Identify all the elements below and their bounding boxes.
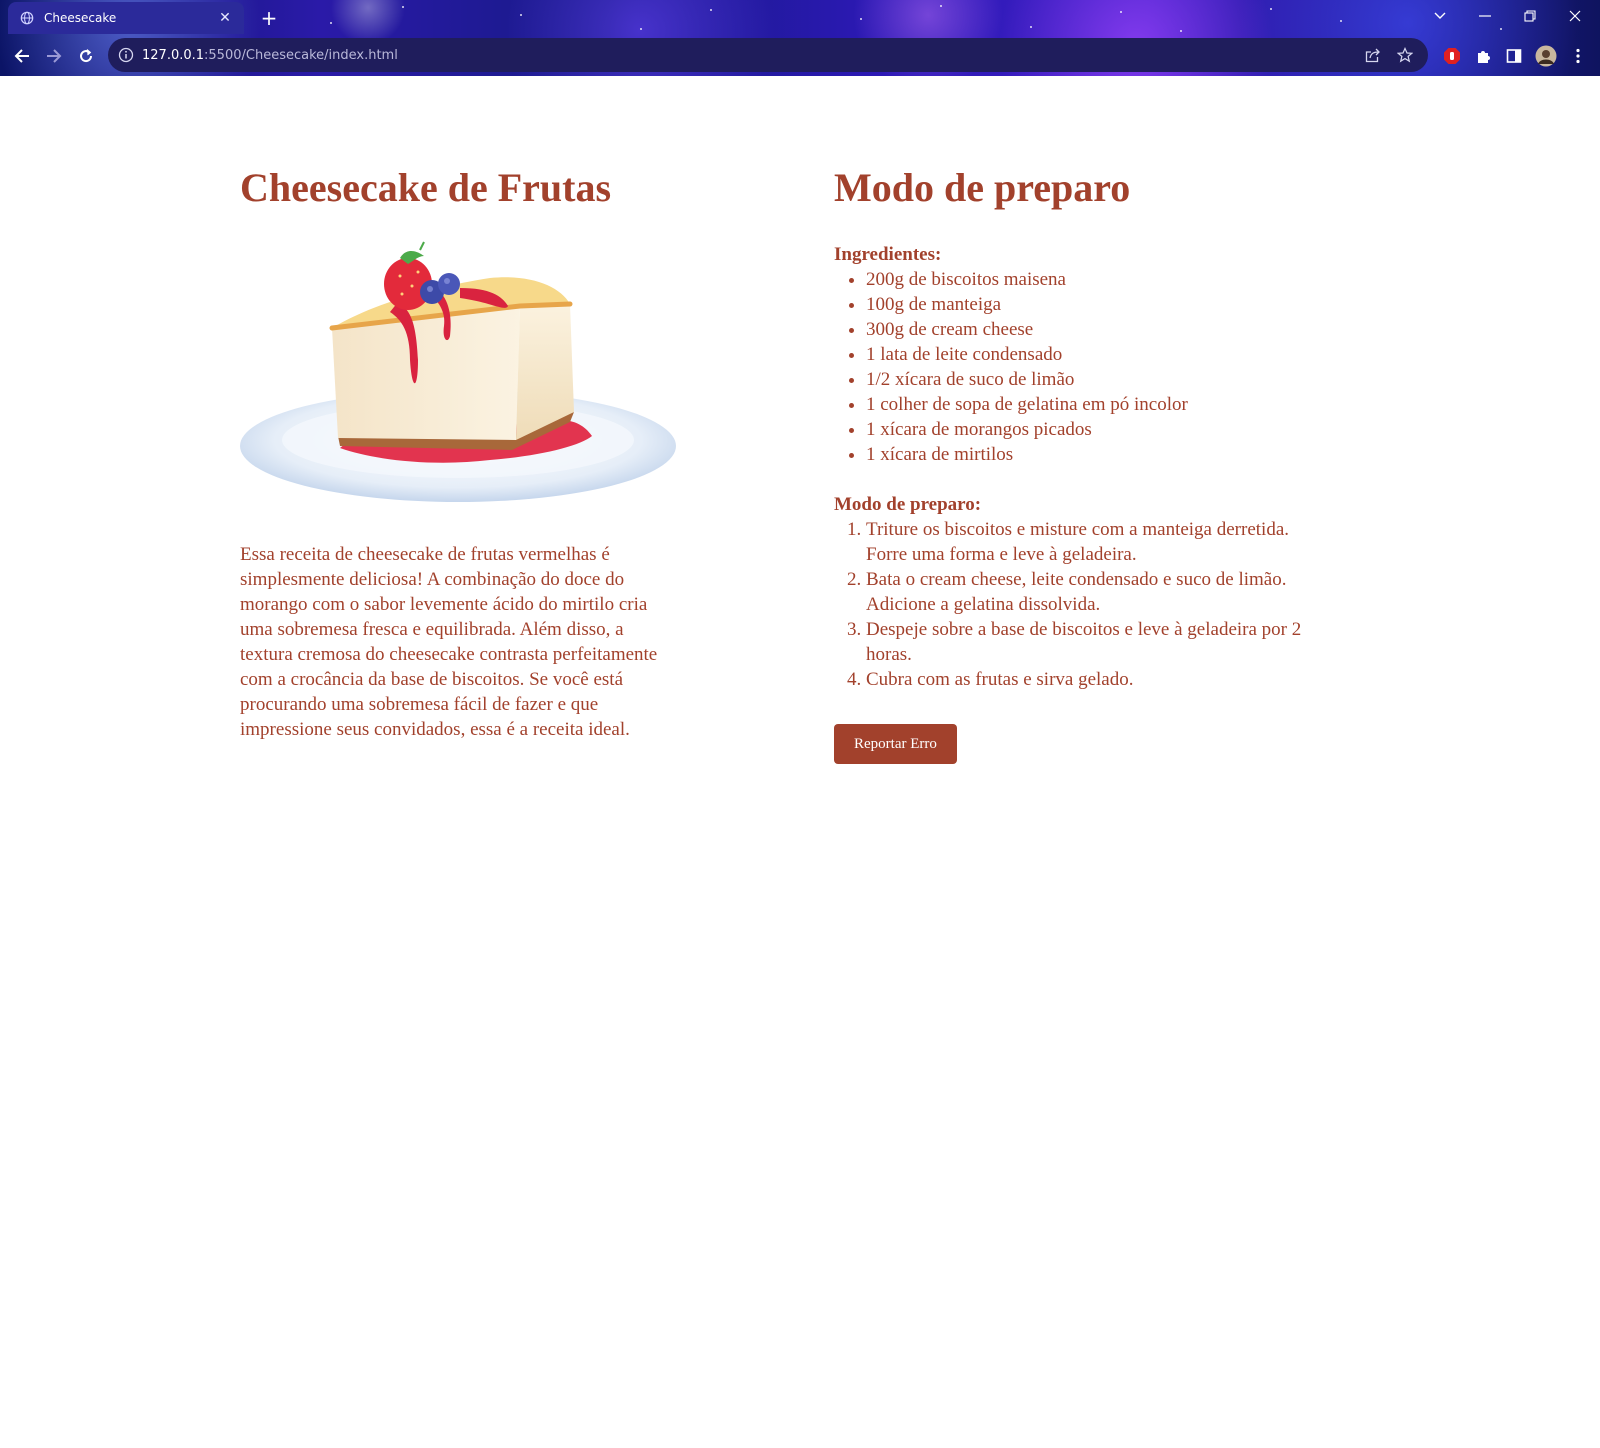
minimize-button[interactable] bbox=[1465, 4, 1505, 28]
ingredient-item: 200g de biscoitos maisena bbox=[866, 267, 1334, 292]
recipe-intro: Cheesecake de Frutas Essa receita de che… bbox=[240, 164, 680, 742]
address-bar[interactable]: 127.0.0.1:5500/Cheesecake/index.html bbox=[108, 38, 1428, 72]
adblock-extension-icon[interactable] bbox=[1438, 42, 1466, 70]
ingredient-item: 1 xícara de mirtilos bbox=[866, 442, 1334, 467]
profile-avatar[interactable] bbox=[1532, 42, 1560, 70]
browser-chrome: Cheesecake ✕ + 127.0.0.1:5500/Cheesecake… bbox=[0, 0, 1600, 76]
tab-title: Cheesecake bbox=[44, 11, 117, 25]
steps-label: Modo de preparo: bbox=[834, 494, 982, 515]
share-icon[interactable] bbox=[1360, 42, 1386, 68]
side-panel-icon[interactable] bbox=[1500, 42, 1528, 70]
extensions-puzzle-icon[interactable] bbox=[1470, 42, 1498, 70]
step-item: Triture os biscoitos e misture com a man… bbox=[866, 517, 1334, 567]
close-tab-icon[interactable]: ✕ bbox=[216, 9, 234, 27]
close-window-button[interactable] bbox=[1555, 4, 1595, 28]
tab-search-icon[interactable] bbox=[1420, 4, 1460, 28]
ingredients-label: Ingredientes: bbox=[834, 244, 942, 265]
url-text[interactable]: 127.0.0.1:5500/Cheesecake/index.html bbox=[142, 48, 1354, 63]
instructions-title: Modo de preparo bbox=[834, 165, 1131, 210]
reload-button[interactable] bbox=[72, 42, 100, 70]
step-item: Despeje sobre a base de biscoitos e leve… bbox=[866, 617, 1334, 667]
step-item: Bata o cream cheese, leite condensado e … bbox=[866, 567, 1334, 617]
ingredient-item: 300g de cream cheese bbox=[866, 317, 1334, 342]
page-content: Cheesecake de Frutas Essa receita de che… bbox=[0, 76, 1600, 1448]
globe-icon bbox=[20, 11, 34, 25]
recipe-title: Cheesecake de Frutas bbox=[240, 165, 612, 210]
restore-button[interactable] bbox=[1510, 4, 1550, 28]
step-item: Cubra com as frutas e sirva gelado. bbox=[866, 667, 1334, 692]
report-error-button[interactable]: Reportar Erro bbox=[834, 724, 957, 764]
back-button[interactable] bbox=[8, 42, 36, 70]
cheesecake-image bbox=[240, 241, 676, 502]
ingredients-list: 200g de biscoitos maisena 100g de mantei… bbox=[834, 267, 1334, 467]
recipe-description: Essa receita de cheesecake de frutas ver… bbox=[240, 544, 658, 740]
bookmark-star-icon[interactable] bbox=[1392, 42, 1418, 68]
browser-tab[interactable]: Cheesecake ✕ bbox=[8, 2, 244, 34]
ingredient-item: 1 colher de sopa de gelatina em pó incol… bbox=[866, 392, 1334, 417]
url-host: 127.0.0.1 bbox=[142, 47, 205, 63]
browser-menu-icon[interactable] bbox=[1564, 42, 1592, 70]
new-tab-button[interactable]: + bbox=[256, 6, 282, 30]
ingredient-item: 1 lata de leite condensado bbox=[866, 342, 1334, 367]
site-info-icon[interactable] bbox=[118, 47, 134, 63]
recipe-instructions: Modo de preparo Ingredientes: 200g de bi… bbox=[834, 164, 1334, 764]
url-path: :5500/Cheesecake/index.html bbox=[204, 47, 398, 63]
forward-button[interactable] bbox=[40, 42, 68, 70]
ingredient-item: 100g de manteiga bbox=[866, 292, 1334, 317]
ingredient-item: 1/2 xícara de suco de limão bbox=[866, 367, 1334, 392]
steps-list: Triture os biscoitos e misture com a man… bbox=[834, 517, 1334, 692]
ingredient-item: 1 xícara de morangos picados bbox=[866, 417, 1334, 442]
